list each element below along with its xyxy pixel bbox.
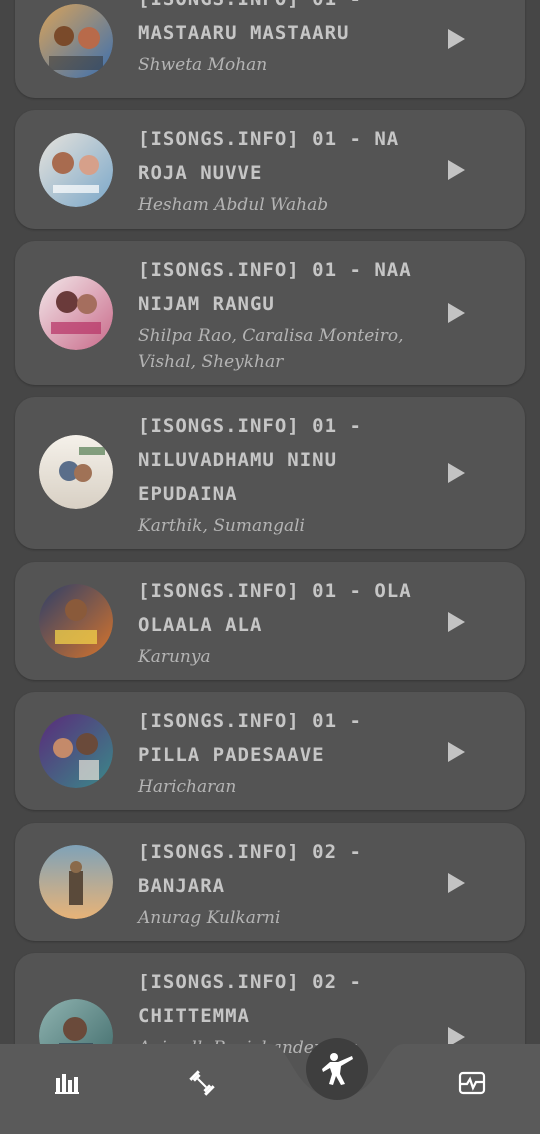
song-artist: Haricharan [138,777,237,797]
song-title: [ISONGS.INFO] 02 - CHITTEMMA [138,971,362,1027]
play-icon[interactable] [448,160,465,180]
song-card[interactable]: [ISONGS.INFO] 01 - PILLA PADESAAVE Haric… [15,692,525,810]
album-cover [39,435,113,509]
song-title: [ISONGS.INFO] 01 - NAA NIJAM RANGU [138,259,412,315]
song-card[interactable]: [ISONGS.INFO] 01 - OLA OLAALA ALA Karuny… [15,562,525,680]
album-cover [39,4,113,78]
song-card[interactable]: [ISONGS.INFO] 01 - NA ROJA NUVVE Hesham … [15,110,525,229]
song-artist: Karthik, Sumangali [138,516,305,536]
activity-icon[interactable] [448,1059,496,1107]
album-cover [39,845,113,919]
song-title: [ISONGS.INFO] 01 - PILLA PADESAAVE [138,710,362,766]
song-artist: Anurag Kulkarni [138,908,281,928]
dumbbell-icon[interactable] [178,1059,226,1107]
play-icon[interactable] [448,303,465,323]
play-icon[interactable] [448,612,465,632]
song-card[interactable]: [ISONGS.INFO] 01 - NILUVADHAMU NINU EPUD… [15,397,525,549]
play-icon[interactable] [448,742,465,762]
album-cover [39,584,113,658]
song-artist: Karunya [138,647,211,667]
song-title: [ISONGS.INFO] 01 - OLA OLAALA ALA [138,580,412,636]
stats-icon[interactable] [43,1059,91,1107]
song-artist: Hesham Abdul Wahab [138,195,329,215]
song-artist: Shweta Mohan [138,55,268,75]
play-icon[interactable] [448,463,465,483]
song-title: [ISONGS.INFO] 01 - NA ROJA NUVVE [138,128,400,184]
song-title: [ISONGS.INFO] 01 - NILUVADHAMU NINU EPUD… [138,415,362,505]
song-card[interactable]: [ISONGS.INFO] 01 - NAA NIJAM RANGU Shilp… [15,241,525,385]
play-icon[interactable] [448,29,465,49]
song-title: [ISONGS.INFO] 02 - BANJARA [138,841,362,897]
martial-arts-icon[interactable] [306,1038,368,1100]
album-cover [39,133,113,207]
song-card[interactable]: [ISONGS.INFO] 02 - BANJARA Anurag Kulkar… [15,823,525,941]
song-card[interactable]: [ISONGS.INFO] 01 - MASTAARU MASTAARU Shw… [15,0,525,98]
play-icon[interactable] [448,873,465,893]
song-list[interactable]: [ISONGS.INFO] 01 - MASTAARU MASTAARU Shw… [0,0,540,1134]
song-artist: Shilpa Rao, Caralisa Monteiro, Vishal, S… [138,326,404,372]
song-title: [ISONGS.INFO] 01 - MASTAARU MASTAARU [138,0,361,44]
album-cover [39,714,113,788]
album-cover [39,276,113,350]
